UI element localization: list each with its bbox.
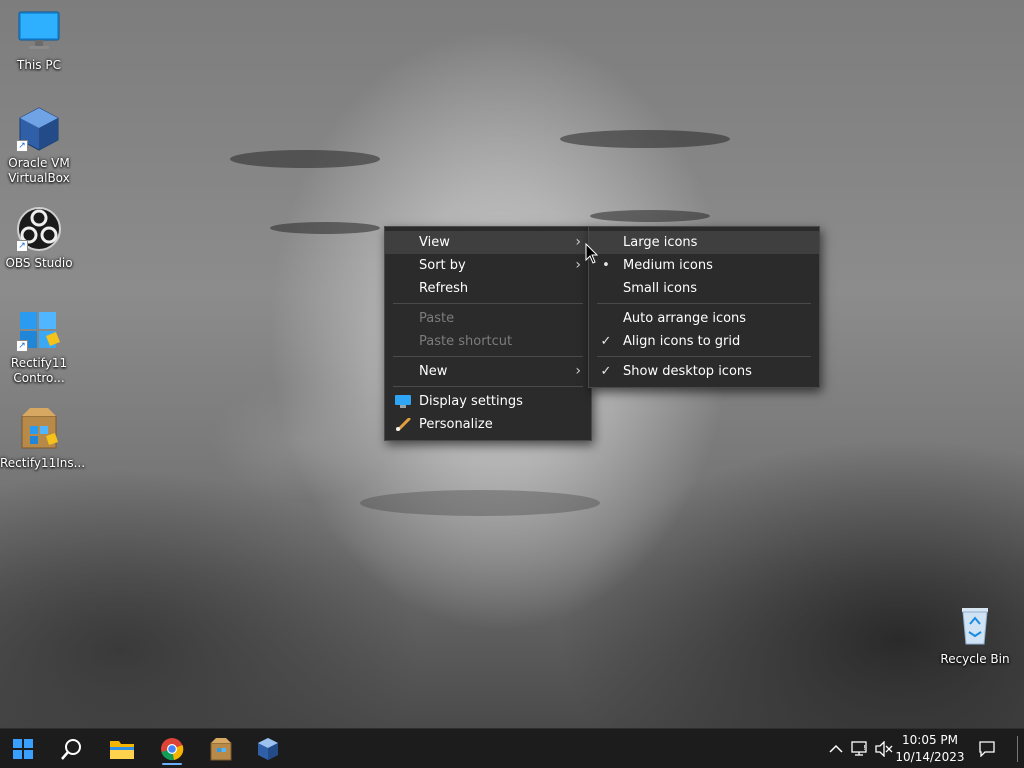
submenu-item-align-to-grid[interactable]: ✓ Align icons to grid <box>589 330 819 353</box>
menu-separator <box>393 386 583 387</box>
volume-muted-icon <box>875 741 893 757</box>
obs-icon: ↗ <box>16 206 62 252</box>
clock-date: 10/14/2023 <box>895 750 965 764</box>
checkmark-icon: ✓ <box>600 334 612 349</box>
menu-item-new[interactable]: New › <box>385 360 591 383</box>
desktop-icon-obs-studio[interactable]: ↗ OBS Studio <box>0 206 78 271</box>
shortcut-arrow-icon: ↗ <box>16 240 28 252</box>
notifications-button[interactable] <box>976 729 998 768</box>
display-icon <box>395 395 411 408</box>
notification-icon <box>979 741 995 757</box>
brush-icon <box>396 418 411 431</box>
menu-separator <box>597 303 811 304</box>
bullet-icon: • <box>602 258 610 273</box>
submenu-item-label: Medium icons <box>623 258 713 273</box>
shortcut-arrow-icon: ↗ <box>16 340 28 352</box>
svg-text:!: ! <box>863 744 866 752</box>
wallpaper-detail <box>360 490 600 516</box>
desktop-icon-label: This PC <box>17 58 61 72</box>
chrome-icon <box>161 738 184 761</box>
clock[interactable]: 10:05 PM 10/14/2023 <box>894 732 966 766</box>
menu-item-label: View <box>419 235 450 250</box>
taskbar: ! 10:05 PM 10/14/2023 <box>0 728 1024 768</box>
menu-item-label: Personalize <box>419 417 493 432</box>
chevron-right-icon: › <box>575 257 581 273</box>
submenu-item-label: Small icons <box>623 281 697 296</box>
chevron-right-icon: › <box>575 234 581 250</box>
virtualbox-icon: ↗ <box>16 106 62 152</box>
submenu-item-label: Large icons <box>623 235 698 250</box>
monitor-icon <box>16 8 62 54</box>
desktop-context-menu: View › Sort by › Refresh Paste Paste sho… <box>384 226 592 441</box>
menu-item-paste-shortcut: Paste shortcut <box>385 330 591 353</box>
menu-separator <box>393 303 583 304</box>
checkmark-icon: ✓ <box>600 364 612 379</box>
menu-separator <box>393 356 583 357</box>
network-button[interactable]: ! <box>849 729 871 768</box>
start-icon <box>13 739 33 759</box>
active-app-indicator <box>162 763 182 765</box>
desktop-icon-label: Rectify11 Contro... <box>10 356 68 385</box>
menu-item-personalize[interactable]: Personalize <box>385 413 591 436</box>
show-desktop-button[interactable] <box>1014 729 1020 768</box>
menu-item-label: Display settings <box>419 394 523 409</box>
view-submenu: Large icons • Medium icons Small icons A… <box>588 226 820 388</box>
mouse-cursor-icon <box>585 243 599 264</box>
submenu-item-small-icons[interactable]: Small icons <box>589 277 819 300</box>
desktop-icon-label: Oracle VM VirtualBox <box>8 156 70 185</box>
installer-icon <box>16 406 62 452</box>
show-hidden-icons-button[interactable] <box>826 729 846 768</box>
file-explorer-icon <box>110 741 134 759</box>
taskbar-chrome[interactable] <box>154 733 190 765</box>
submenu-item-label: Show desktop icons <box>623 364 752 379</box>
menu-item-paste: Paste <box>385 307 591 330</box>
desktop-icon-label: Recycle Bin <box>940 652 1010 666</box>
taskbar-installer[interactable] <box>203 733 239 765</box>
network-icon: ! <box>851 741 867 756</box>
menu-item-label: New <box>419 364 448 379</box>
wallpaper-detail <box>560 130 730 148</box>
menu-item-refresh[interactable]: Refresh <box>385 277 591 300</box>
menu-item-label: Paste shortcut <box>419 334 513 349</box>
desktop-icon-rectify11-installer[interactable]: Rectify11Ins... <box>0 406 86 471</box>
menu-item-sort-by[interactable]: Sort by › <box>385 254 591 277</box>
recycle-bin-icon <box>952 602 998 648</box>
shortcut-arrow-icon: ↗ <box>16 140 28 152</box>
show-desktop-divider <box>1016 736 1018 762</box>
submenu-item-medium-icons[interactable]: • Medium icons <box>589 254 819 277</box>
desktop-icon-this-pc[interactable]: This PC <box>0 8 78 73</box>
volume-button[interactable] <box>873 729 895 768</box>
submenu-item-label: Align icons to grid <box>623 334 741 349</box>
desktop-icon-label: OBS Studio <box>5 256 73 270</box>
menu-item-label: Refresh <box>419 281 469 296</box>
start-button[interactable] <box>5 733 41 765</box>
submenu-item-show-desktop-icons[interactable]: ✓ Show desktop icons <box>589 360 819 383</box>
wallpaper-detail <box>270 222 380 234</box>
rectify11-icon: ↗ <box>16 306 62 352</box>
menu-separator <box>597 356 811 357</box>
menu-item-display-settings[interactable]: Display settings <box>385 390 591 413</box>
submenu-item-large-icons[interactable]: Large icons <box>589 231 819 254</box>
desktop-icon-rectify11-control[interactable]: ↗ Rectify11 Contro... <box>0 306 78 386</box>
taskbar-file-explorer[interactable] <box>104 733 140 765</box>
submenu-item-label: Auto arrange icons <box>623 311 747 326</box>
desktop-icon-virtualbox[interactable]: ↗ Oracle VM VirtualBox <box>0 106 78 186</box>
menu-item-view[interactable]: View › <box>385 231 591 254</box>
search-button[interactable] <box>54 733 90 765</box>
wallpaper-detail <box>230 150 380 168</box>
submenu-item-auto-arrange[interactable]: Auto arrange icons <box>589 307 819 330</box>
clock-time: 10:05 PM <box>902 733 958 747</box>
menu-item-label: Paste <box>419 311 455 326</box>
desktop-icon-recycle-bin[interactable]: Recycle Bin <box>936 602 1014 667</box>
taskbar-virtualbox[interactable] <box>250 733 286 765</box>
menu-item-label: Sort by <box>419 258 466 273</box>
desktop-icon-label: Rectify11Ins... <box>0 456 86 470</box>
installer-icon <box>210 738 232 761</box>
search-icon <box>61 739 81 760</box>
wallpaper-detail <box>590 210 710 222</box>
chevron-up-icon <box>829 744 843 753</box>
chevron-right-icon: › <box>575 363 581 379</box>
virtualbox-icon <box>258 738 278 760</box>
